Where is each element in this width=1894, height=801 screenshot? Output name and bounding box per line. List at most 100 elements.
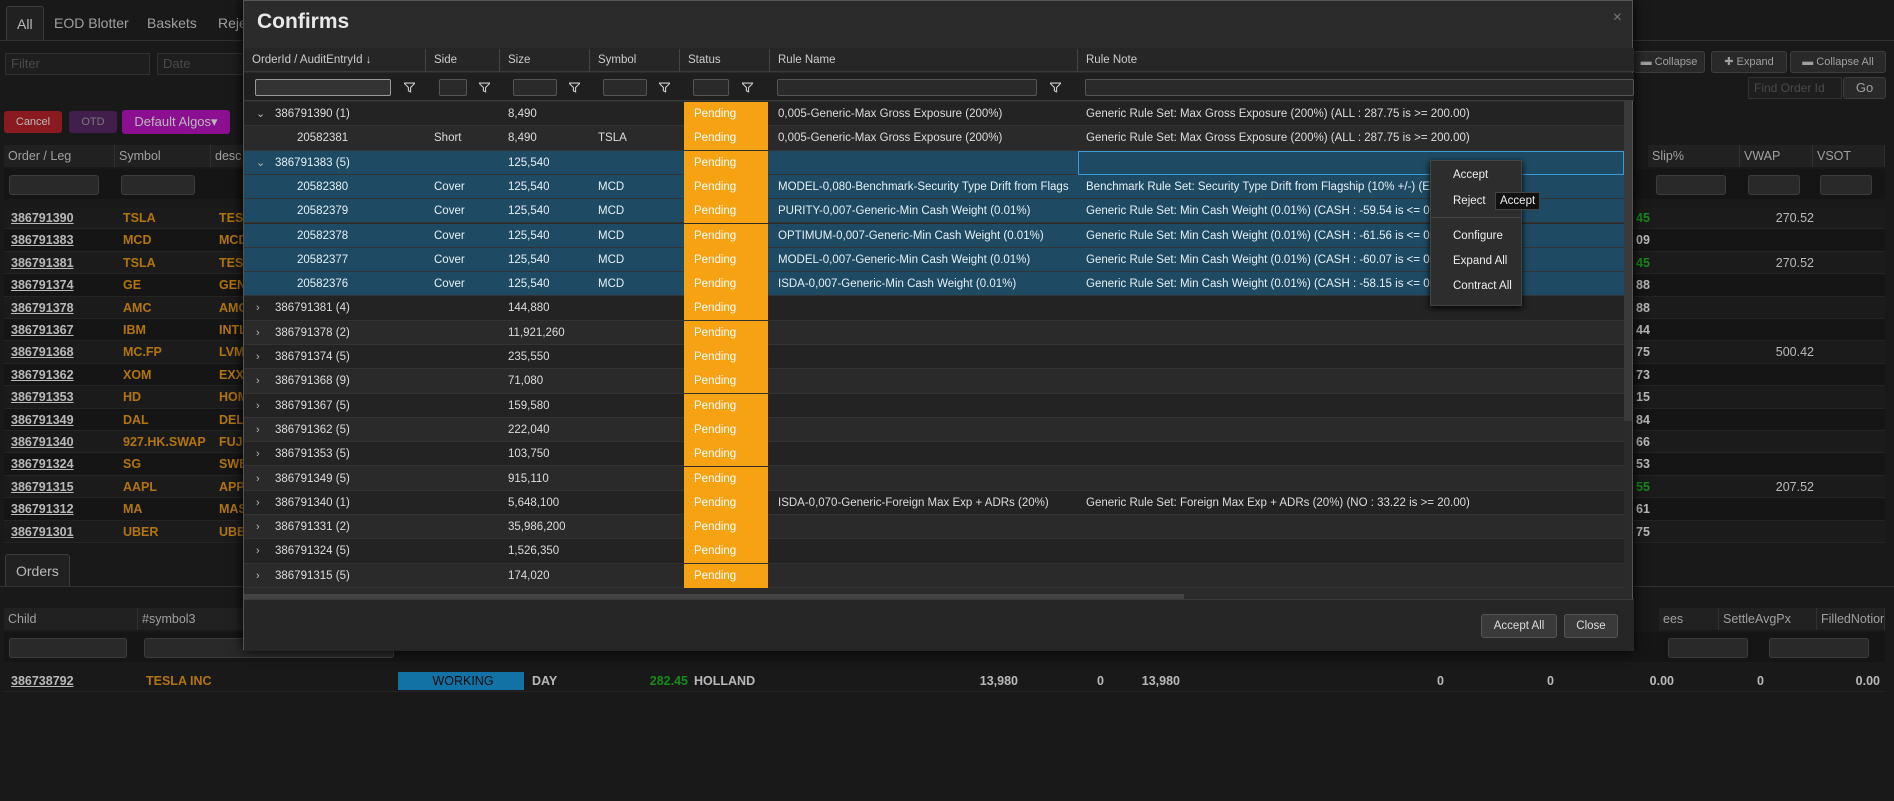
- rule-name-cell: [778, 321, 1078, 345]
- table-row[interactable]: 20582376 Cover 125,540 MCD Pending ISDA-0,007…: [244, 272, 1624, 297]
- menu-item-reject[interactable]: Reject: [1453, 195, 1486, 207]
- side-cell: Cover: [434, 253, 465, 266]
- chevron-right-icon[interactable]: ›: [256, 418, 268, 442]
- symbol-cell: MCD: [598, 180, 625, 193]
- chevron-right-icon[interactable]: ›: [256, 442, 268, 466]
- chevron-right-icon[interactable]: ›: [256, 321, 268, 345]
- funnel-icon[interactable]: [1050, 82, 1061, 93]
- rule-name-cell: [778, 296, 1078, 320]
- row-id: 386791340 (1): [275, 496, 350, 509]
- table-row[interactable]: › 386791331 (2) 35,986,200 Pending: [244, 515, 1624, 540]
- table-row[interactable]: › 386791353 (5) 103,750 Pending: [244, 442, 1624, 467]
- side-cell: [434, 491, 504, 515]
- table-row[interactable]: 20582377 Cover 125,540 MCD Pending MODEL-0,00…: [244, 247, 1624, 273]
- rule-note-cell: Generic Rule Set: Min Cash Weight (0.01%…: [1086, 253, 1450, 266]
- size-cell: 125,540: [508, 253, 550, 266]
- col-header-symbol[interactable]: Symbol: [590, 49, 680, 71]
- symbol-cell: [598, 369, 678, 393]
- table-row[interactable]: › 386791368 (9) 71,080 Pending: [244, 369, 1624, 394]
- filter-rule-note[interactable]: [1085, 79, 1634, 96]
- funnel-icon[interactable]: [569, 82, 580, 93]
- table-row[interactable]: › 386791381 (4) 144,880 Pending: [244, 296, 1624, 321]
- table-row[interactable]: 20582379 Cover 125,540 MCD Pending PURITY-0,0…: [244, 199, 1624, 224]
- rule-note-cell: [1086, 442, 1624, 466]
- rule-name-cell: 0,005-Generic-Max Gross Exposure (200%): [778, 132, 1003, 145]
- accept-all-button[interactable]: Accept All: [1481, 614, 1557, 638]
- dialog-footer: Accept All Close: [244, 599, 1634, 651]
- row-id: 386791324 (5): [275, 545, 350, 558]
- filter-rule-name[interactable]: [777, 79, 1037, 96]
- funnel-icon[interactable]: [479, 82, 490, 93]
- table-row[interactable]: › 386791349 (5) 915,110 Pending: [244, 466, 1624, 491]
- rule-name-cell: [778, 564, 1078, 588]
- filter-orderid[interactable]: [255, 79, 391, 96]
- symbol-cell: MCD: [598, 278, 625, 291]
- row-id: 20582377: [297, 253, 349, 266]
- table-row[interactable]: › 386791315 (5) 174,020 Pending: [244, 563, 1624, 588]
- funnel-icon[interactable]: [404, 82, 415, 93]
- side-cell: [434, 539, 504, 563]
- chevron-down-icon[interactable]: ⌄: [256, 151, 268, 175]
- col-header-orderid[interactable]: OrderId / AuditEntryId ↓: [244, 49, 426, 71]
- chevron-right-icon[interactable]: ›: [256, 345, 268, 369]
- col-header-size[interactable]: Size: [500, 49, 590, 71]
- symbol-cell: [598, 151, 678, 175]
- table-row[interactable]: 20582378 Cover 125,540 MCD Pending OPTIMUM-0,…: [244, 223, 1624, 248]
- menu-item-configure[interactable]: Configure: [1453, 230, 1503, 242]
- col-header-rule-note[interactable]: Rule Note: [1078, 49, 1634, 71]
- table-row[interactable]: › 386791374 (5) 235,550 Pending: [244, 345, 1624, 370]
- chevron-right-icon[interactable]: ›: [256, 564, 268, 588]
- chevron-right-icon[interactable]: ›: [256, 467, 268, 491]
- chevron-right-icon[interactable]: ›: [256, 539, 268, 563]
- close-icon[interactable]: ×: [1613, 9, 1622, 27]
- table-row[interactable]: › 386791324 (5) 1,526,350 Pending: [244, 539, 1624, 564]
- table-row[interactable]: 20582381 Short 8,490 TSLA Pending 0,005-Gener…: [244, 126, 1624, 151]
- size-cell: 222,040: [508, 423, 550, 436]
- row-id: 386791331 (2): [275, 521, 350, 534]
- rule-note-cell: [1086, 394, 1624, 418]
- col-header-status[interactable]: Status: [680, 49, 770, 71]
- rule-name-cell: ISDA-0,070-Generic-Foreign Max Exp + ADR…: [778, 496, 1049, 509]
- status-badge: Pending: [684, 296, 768, 321]
- rule-name-cell: [778, 418, 1078, 442]
- col-header-side[interactable]: Side: [426, 49, 500, 71]
- close-button[interactable]: Close: [1564, 614, 1618, 638]
- menu-item-contract-all[interactable]: Contract All: [1453, 280, 1512, 292]
- chevron-right-icon[interactable]: ›: [256, 515, 268, 539]
- rule-note-cell: [1086, 467, 1624, 491]
- table-row[interactable]: › 386791378 (2) 11,921,260 Pending: [244, 320, 1624, 345]
- filter-status[interactable]: [693, 79, 729, 96]
- filter-symbol[interactable]: [603, 79, 647, 96]
- row-id: 386791368 (9): [275, 375, 350, 388]
- col-header-rule-name[interactable]: Rule Name: [770, 49, 1078, 71]
- table-row[interactable]: ⌄ 386791390 (1) 8,490 Pending 0,005-Generic-…: [244, 102, 1624, 127]
- row-id: 20582381: [297, 132, 349, 145]
- status-badge: Pending: [684, 150, 768, 175]
- vertical-scrollbar[interactable]: [1624, 101, 1632, 421]
- chevron-right-icon[interactable]: ›: [256, 369, 268, 393]
- chevron-right-icon[interactable]: ›: [256, 296, 268, 320]
- size-cell: 8,490: [508, 108, 537, 120]
- table-row[interactable]: › 386791362 (5) 222,040 Pending: [244, 417, 1624, 443]
- rule-note-cell: [1086, 345, 1624, 369]
- symbol-cell: [598, 102, 678, 126]
- table-row[interactable]: ⌄ 386791383 (5) 125,540 Pending: [244, 150, 1624, 175]
- table-row[interactable]: 20582380 Cover 125,540 MCD Pending MODEL-0,08…: [244, 174, 1624, 200]
- menu-item-expand-all[interactable]: Expand All: [1453, 255, 1507, 267]
- menu-item-accept[interactable]: Accept: [1453, 169, 1488, 181]
- table-row[interactable]: › 386791367 (5) 159,580 Pending: [244, 393, 1624, 418]
- table-row[interactable]: › 386791340 (1) 5,648,100 Pending ISDA-0,070…: [244, 490, 1624, 516]
- funnel-icon[interactable]: [659, 82, 670, 93]
- chevron-right-icon[interactable]: ›: [256, 491, 268, 515]
- funnel-icon[interactable]: [742, 82, 753, 93]
- side-cell: Cover: [434, 229, 465, 242]
- chevron-down-icon[interactable]: ⌄: [256, 102, 268, 126]
- chevron-right-icon[interactable]: ›: [256, 394, 268, 418]
- status-badge: Pending: [684, 320, 768, 345]
- filter-size[interactable]: [513, 79, 557, 96]
- filter-side[interactable]: [439, 79, 467, 96]
- rule-note-cell: [1086, 539, 1624, 563]
- row-id: 386791362 (5): [275, 423, 350, 436]
- rule-name-cell: [778, 151, 1078, 175]
- size-cell: 125,540: [508, 180, 550, 193]
